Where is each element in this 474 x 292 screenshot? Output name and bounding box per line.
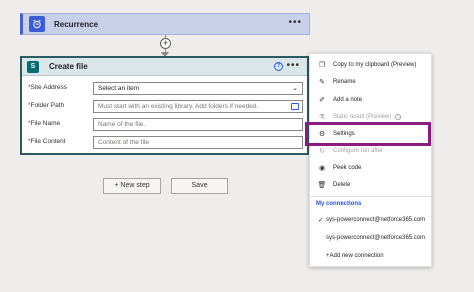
connection-item[interactable]: sys-powerconnect@netforce365.com	[310, 231, 431, 245]
checkmark-icon: ✓	[318, 217, 324, 224]
recurrence-trigger-card[interactable]: Recurrence •••	[20, 13, 310, 35]
folder-picker-icon[interactable]	[291, 103, 299, 110]
chevron-down-icon: ⌄	[292, 85, 298, 92]
site-address-dropdown[interactable]: Select an item ⌄	[93, 82, 303, 95]
field-file-content: *File Content Content of the file	[22, 136, 307, 149]
field-site-address: *Site Address Select an item ⌄	[22, 82, 307, 95]
field-file-name: *File Name Name of the file.	[22, 118, 307, 131]
menu-item-configure-run-after: ↻ Configure run after	[310, 144, 431, 158]
field-label: *Site Address	[28, 84, 68, 91]
trash-icon: 🗑	[317, 182, 327, 189]
my-connections-heading: My connections	[316, 201, 362, 207]
menu-item-rename[interactable]: ✎ Rename	[310, 75, 431, 89]
create-file-title: Create file	[49, 62, 88, 71]
rename-icon: ✎	[319, 79, 325, 86]
menu-item-add-note[interactable]: ✐ Add a note	[310, 93, 431, 107]
menu-item-copy[interactable]: ❐ Copy to my clipboard (Preview)	[310, 58, 431, 72]
file-name-input[interactable]: Name of the file.	[93, 118, 303, 131]
save-button[interactable]: Save	[171, 178, 228, 194]
field-label: *File Content	[28, 138, 66, 145]
run-after-icon: ↻	[319, 148, 325, 155]
add-new-connection-link[interactable]: +Add new connection	[310, 249, 431, 263]
copy-icon: ❐	[318, 62, 326, 69]
eye-icon: ◉	[318, 165, 326, 172]
file-content-input[interactable]: Content of the file	[93, 136, 303, 149]
folder-path-input[interactable]: Must start with an existing library. Add…	[93, 100, 303, 113]
connection-item-selected[interactable]: ✓ sys-powerconnect@netforce365.com	[310, 213, 431, 227]
info-icon: i	[395, 114, 402, 120]
field-folder-path: *Folder Path Must start with an existing…	[22, 100, 307, 113]
settings-highlight-box	[305, 122, 431, 146]
field-label: *File Name	[28, 120, 61, 127]
alarm-clock-icon	[29, 16, 45, 32]
menu-divider	[310, 196, 431, 197]
ellipsis-icon[interactable]: •••	[288, 18, 302, 28]
note-icon: ✐	[319, 97, 325, 104]
menu-item-peek-code[interactable]: ◉ Peek code	[310, 161, 431, 175]
create-file-header[interactable]: S Create file ? •••	[22, 58, 307, 76]
help-icon[interactable]: ?	[274, 62, 283, 71]
ellipsis-icon[interactable]: •••	[286, 61, 300, 71]
create-file-card: S Create file ? ••• *Site Address Select…	[20, 56, 309, 155]
sharepoint-icon: S	[27, 60, 39, 73]
field-label: *Folder Path	[28, 102, 65, 109]
plus-icon[interactable]: +	[160, 38, 171, 49]
menu-item-delete[interactable]: 🗑 Delete	[310, 178, 431, 192]
flask-icon: ⚗	[318, 114, 326, 121]
recurrence-title: Recurrence	[54, 19, 99, 29]
action-context-menu: ❐ Copy to my clipboard (Preview) ✎ Renam…	[309, 53, 432, 267]
new-step-button[interactable]: + New step	[103, 178, 161, 194]
